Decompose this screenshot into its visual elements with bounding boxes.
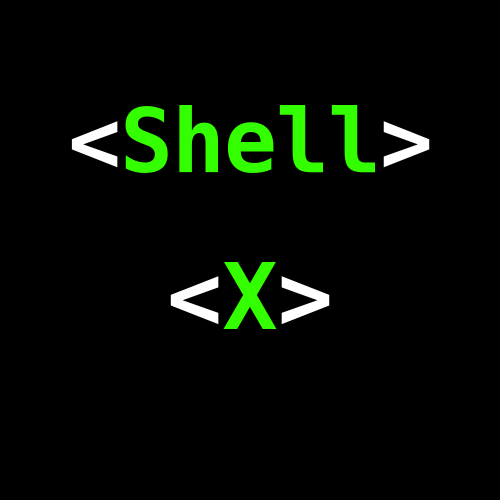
close-angle-bracket: > [379, 90, 433, 193]
open-angle-bracket: < [166, 244, 223, 351]
logo-canvas: <Shell> <X> [0, 0, 500, 500]
open-angle-bracket: < [68, 90, 121, 193]
logo-word-shell: Shell [120, 90, 381, 193]
logo-title-line: <Shell> [0, 98, 500, 186]
close-angle-bracket: > [277, 244, 334, 351]
logo-word-x: X [222, 244, 278, 351]
logo-subtitle-line: <X> [0, 252, 500, 344]
